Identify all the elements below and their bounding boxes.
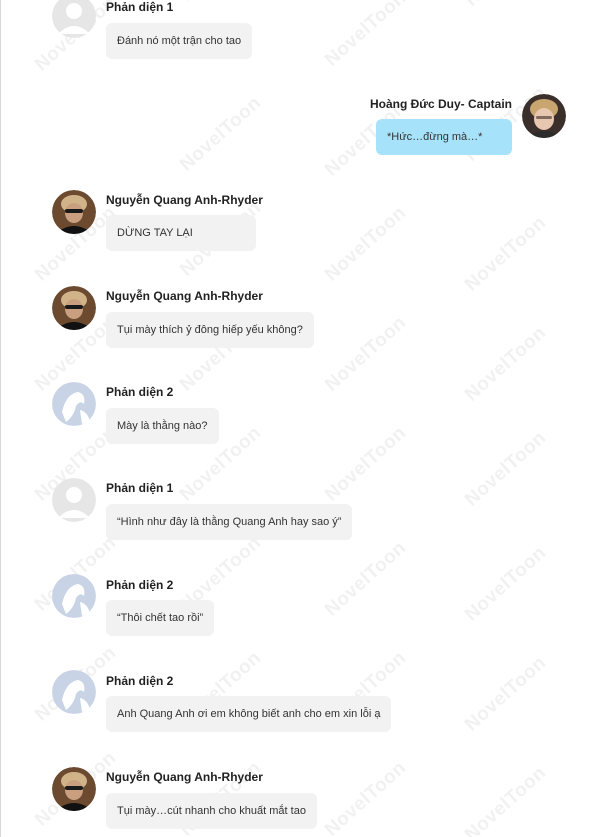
rhyder-photo-avatar[interactable] [52,767,96,811]
chat-story-page: NovelToon NovelToon NovelToon NovelToon … [0,0,615,837]
user-photo-avatar[interactable] [522,94,566,138]
sender-name: Nguyễn Quang Anh-Rhyder [106,770,263,784]
sender-name: Nguyễn Quang Anh-Rhyder [106,193,263,207]
message-bubble: Đánh nó một trận cho tao [106,23,253,59]
chat-message: Phản diện 2 “Thôi chết tao rồi” [1,574,615,644]
chat-message: Nguyễn Quang Anh-Rhyder Tụi mày…cút nhan… [1,766,615,836]
sender-name: Phản diện 2 [106,385,174,399]
rhyder-photo-avatar[interactable] [52,190,96,234]
message-bubble: DỪNG TAY LẠI [106,215,256,251]
chat-message-self: Hoàng Đức Duy- Captain *Hức…đừng mà…* [1,90,615,160]
sender-name: Phản diện 1 [106,481,174,495]
rhyder-photo-avatar[interactable] [52,286,96,330]
chat-message: Nguyễn Quang Anh-Rhyder DỪNG TAY LẠI [1,190,615,260]
chat-message: Phản diện 1 “Hình như đây là thằng Quang… [1,478,615,548]
message-bubble: Anh Quang Anh ơi em không biết anh cho e… [106,696,392,732]
chat-message: Phản diện 1 Đánh nó một trận cho tao [1,0,615,60]
anime-silhouette-avatar[interactable] [52,574,96,618]
sender-name: Phản diện 2 [106,674,174,688]
sender-name: Phản diện 1 [106,0,174,14]
anime-silhouette-avatar[interactable] [52,670,96,714]
sender-name: Nguyễn Quang Anh-Rhyder [106,289,263,303]
sender-name: Phản diện 2 [106,578,174,592]
chat-message: Phản diện 2 Mày là thằng nào? [1,382,615,452]
message-bubble: Tụi mày thích ỷ đông hiếp yếu không? [106,312,314,348]
default-avatar-icon[interactable] [52,0,96,38]
message-bubble: *Hức…đừng mà…* [376,119,512,155]
message-bubble: “Thôi chết tao rồi” [106,600,215,636]
message-bubble: “Hình như đây là thằng Quang Anh hay sao… [106,504,353,540]
anime-silhouette-avatar[interactable] [52,382,96,426]
message-bubble: Tụi mày…cút nhanh cho khuất mắt tao [106,793,317,829]
message-bubble: Mày là thằng nào? [106,408,219,444]
chat-message: Nguyễn Quang Anh-Rhyder Tụi mày thích ỷ … [1,286,615,356]
default-avatar-icon[interactable] [52,478,96,522]
chat-message: Phản diện 2 Anh Quang Anh ơi em không bi… [1,670,615,740]
sender-name: Hoàng Đức Duy- Captain [369,97,512,111]
